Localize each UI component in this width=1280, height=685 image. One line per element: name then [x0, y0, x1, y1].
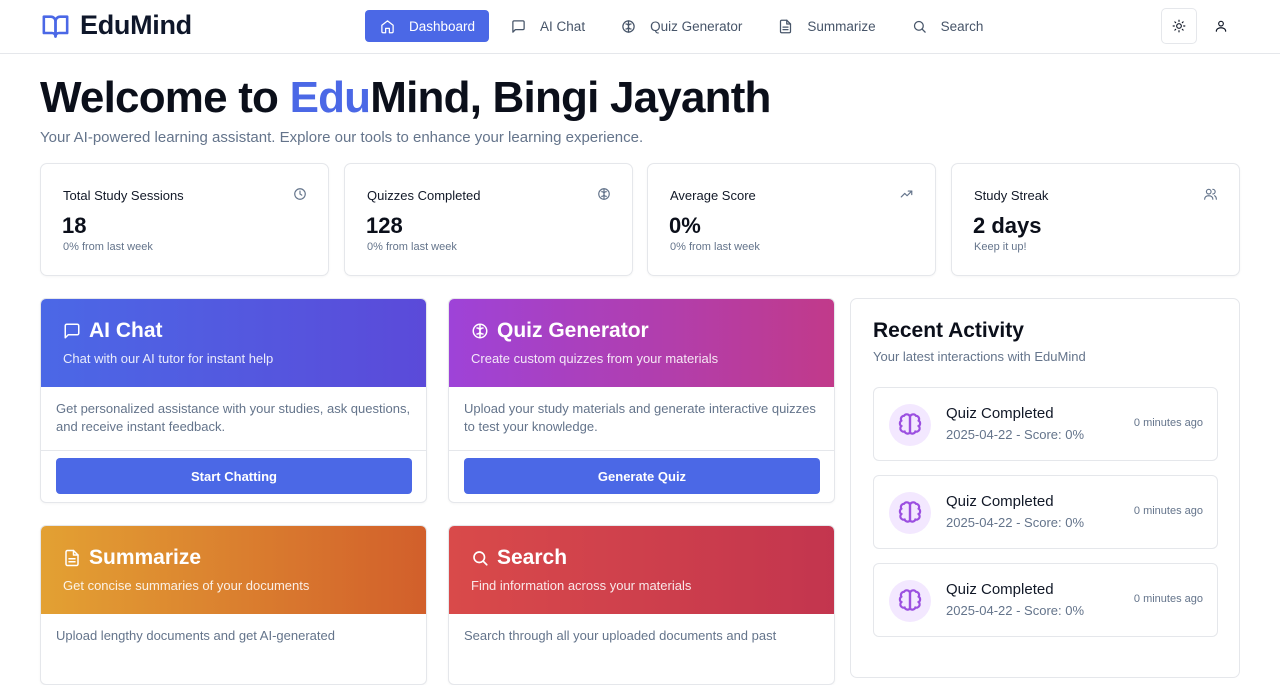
- brain-icon: [471, 322, 489, 340]
- trending-up-icon: [899, 187, 914, 201]
- activity-item[interactable]: Quiz Completed 2025-04-22 - Score: 0% 0 …: [873, 387, 1218, 461]
- card-body: Upload lengthy documents and get AI-gene…: [56, 628, 335, 643]
- card-footer: Start Chatting: [41, 451, 426, 502]
- nav-label: Search: [940, 18, 984, 34]
- title-rest: Mind, Bingi Jayanth: [370, 73, 771, 122]
- card-description: Chat with our AI tutor for instant help: [63, 351, 274, 366]
- search-icon: [471, 549, 489, 567]
- title-prefix: Welcome to: [40, 73, 290, 122]
- title-accent: Edu: [289, 73, 372, 122]
- start-chatting-button[interactable]: Start Chatting: [56, 458, 412, 494]
- stat-card-study-sessions: Total Study Sessions 18 0% from last wee…: [40, 163, 329, 276]
- card-footer: Generate Quiz: [449, 451, 834, 502]
- stat-title: Quizzes Completed: [367, 188, 481, 203]
- card-description: Create custom quizzes from your material…: [471, 351, 719, 366]
- top-header: EduMind Dashboard AI Chat Quiz Generator…: [0, 0, 1280, 54]
- card-description: Get concise summaries of your documents: [63, 578, 310, 593]
- feature-card-ai-chat: AI Chat Chat with our AI tutor for insta…: [40, 298, 427, 503]
- stat-value: 0%: [669, 213, 701, 238]
- card-title-text: Quiz Generator: [497, 319, 649, 342]
- brand-name: EduMind: [80, 10, 192, 40]
- generate-quiz-button[interactable]: Generate Quiz: [464, 458, 820, 494]
- stat-value: 2 days: [973, 213, 1042, 238]
- feature-card-search: Search Find information across your mate…: [448, 525, 835, 685]
- card-title-text: AI Chat: [89, 319, 163, 342]
- card-title-text: Summarize: [89, 546, 202, 569]
- activity-title: Recent Activity: [873, 319, 1024, 342]
- brand-logo[interactable]: EduMind: [40, 10, 192, 41]
- card-body: Upload your study materials and generate…: [449, 387, 834, 451]
- brain-icon: [889, 492, 931, 534]
- message-square-icon: [511, 19, 526, 34]
- card-header: Search Find information across your mate…: [449, 526, 834, 614]
- activity-detail: 2025-04-22 - Score: 0%: [946, 603, 1085, 618]
- card-title: Quiz Generator: [471, 319, 812, 343]
- main-nav: Dashboard AI Chat Quiz Generator Summari…: [365, 10, 1005, 42]
- brain-icon: [889, 580, 931, 622]
- stat-sub: Keep it up!: [974, 241, 1027, 253]
- stat-sub: 0% from last week: [367, 241, 457, 253]
- stat-value: 128: [366, 213, 403, 238]
- stat-sub: 0% from last week: [670, 241, 760, 253]
- stat-title: Study Streak: [974, 188, 1049, 203]
- card-description: Find information across your materials: [471, 578, 692, 593]
- stat-title: Average Score: [670, 188, 756, 203]
- nav-label: AI Chat: [540, 18, 586, 34]
- recent-activity-panel: Recent Activity Your latest interactions…: [850, 298, 1240, 678]
- nav-item-summarize[interactable]: Summarize: [764, 10, 889, 42]
- activity-detail: 2025-04-22 - Score: 0%: [946, 515, 1085, 530]
- user-menu-button[interactable]: [1203, 8, 1239, 44]
- activity-name: Quiz Completed: [946, 405, 1054, 422]
- nav-item-dashboard[interactable]: Dashboard: [365, 10, 490, 42]
- card-title-text: Search: [497, 546, 568, 569]
- brain-icon: [889, 404, 931, 446]
- stat-card-average-score: Average Score 0% 0% from last week: [647, 163, 936, 276]
- message-square-icon: [63, 322, 81, 340]
- clock-icon: [293, 187, 307, 201]
- activity-time: 0 minutes ago: [1133, 505, 1203, 517]
- feature-card-quiz-generator: Quiz Generator Create custom quizzes fro…: [448, 298, 835, 503]
- nav-label: Summarize: [807, 18, 876, 34]
- sun-icon: [1172, 19, 1186, 33]
- activity-time: 0 minutes ago: [1133, 417, 1203, 429]
- search-icon: [912, 19, 927, 34]
- stat-card-study-streak: Study Streak 2 days Keep it up!: [951, 163, 1240, 276]
- theme-toggle-button[interactable]: [1161, 8, 1197, 44]
- file-text-icon: [63, 549, 81, 567]
- users-icon: [1203, 187, 1218, 201]
- stat-value: 18: [62, 213, 87, 238]
- file-text-icon: [778, 19, 793, 34]
- stat-sub: 0% from last week: [63, 241, 153, 253]
- nav-item-quiz-generator[interactable]: Quiz Generator: [607, 10, 756, 42]
- card-title: AI Chat: [63, 319, 404, 343]
- activity-time: 0 minutes ago: [1133, 593, 1203, 605]
- activity-item[interactable]: Quiz Completed 2025-04-22 - Score: 0% 0 …: [873, 475, 1218, 549]
- card-body: Get personalized assistance with your st…: [41, 387, 426, 451]
- activity-name: Quiz Completed: [946, 581, 1054, 598]
- brain-icon: [597, 187, 611, 201]
- book-open-icon: [40, 12, 71, 40]
- card-header: Quiz Generator Create custom quizzes fro…: [449, 299, 834, 387]
- home-icon: [380, 19, 395, 34]
- card-title: Search: [471, 546, 812, 570]
- brain-icon: [621, 19, 636, 34]
- activity-name: Quiz Completed: [946, 493, 1054, 510]
- stat-title: Total Study Sessions: [63, 188, 184, 203]
- page-subtitle: Your AI-powered learning assistant. Expl…: [40, 129, 644, 146]
- page-title: Welcome to EduMind, Bingi Jayanth: [40, 73, 771, 123]
- activity-item[interactable]: Quiz Completed 2025-04-22 - Score: 0% 0 …: [873, 563, 1218, 637]
- activity-detail: 2025-04-22 - Score: 0%: [946, 427, 1085, 442]
- user-icon: [1214, 19, 1228, 33]
- stat-card-quizzes-completed: Quizzes Completed 128 0% from last week: [344, 163, 633, 276]
- feature-card-summarize: Summarize Get concise summaries of your …: [40, 525, 427, 685]
- nav-label: Quiz Generator: [650, 18, 743, 34]
- card-header: Summarize Get concise summaries of your …: [41, 526, 426, 614]
- nav-label: Dashboard: [409, 18, 476, 34]
- card-header: AI Chat Chat with our AI tutor for insta…: [41, 299, 426, 387]
- activity-subtitle: Your latest interactions with EduMind: [873, 349, 1086, 364]
- nav-item-search[interactable]: Search: [898, 10, 998, 42]
- card-body: Search through all your uploaded documen…: [464, 628, 777, 643]
- card-title: Summarize: [63, 546, 404, 570]
- nav-item-ai-chat[interactable]: AI Chat: [497, 10, 599, 42]
